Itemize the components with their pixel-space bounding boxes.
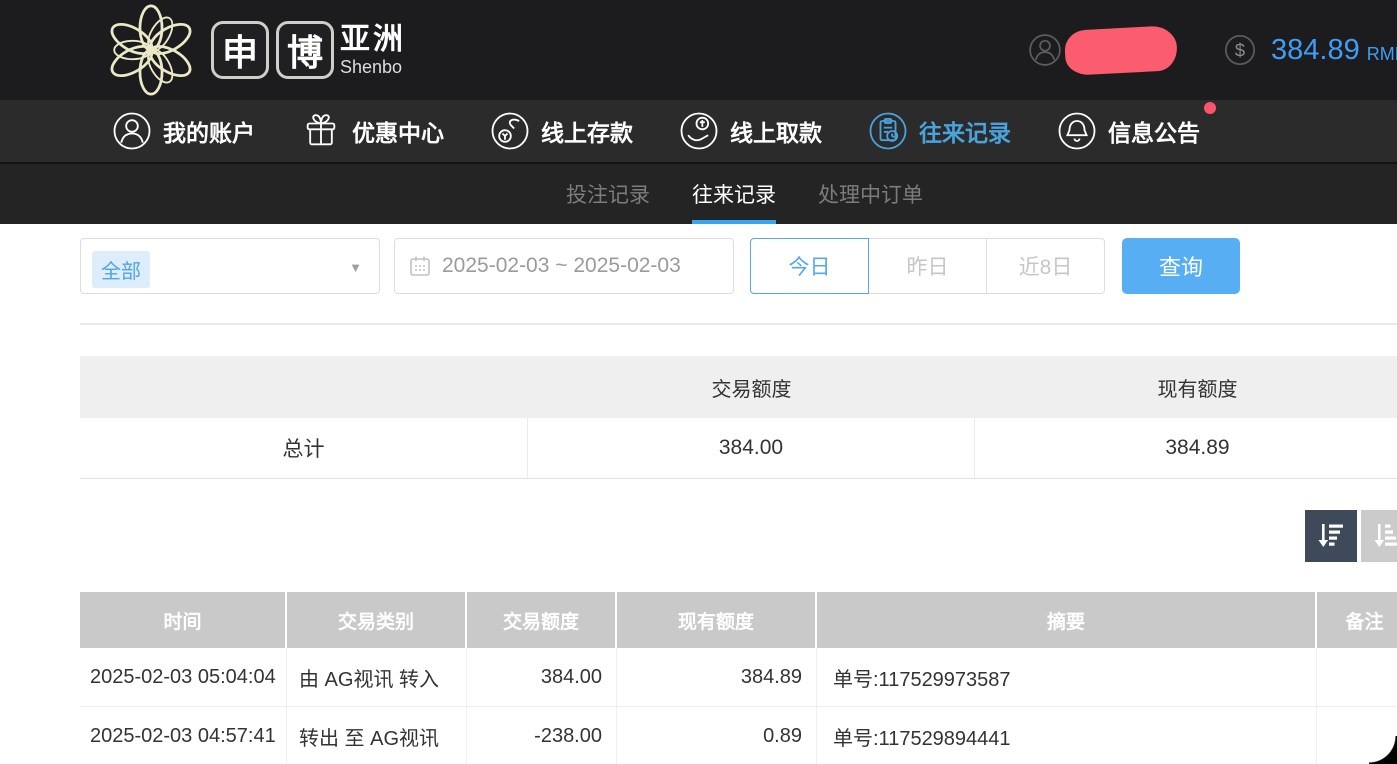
- summary-total-label: 总计: [80, 418, 528, 478]
- tab-betting-records[interactable]: 投注记录: [566, 164, 650, 224]
- summary-table: 交易额度 现有额度 总计 384.00 384.89: [80, 356, 1397, 479]
- selected-type-chip: 全部: [92, 251, 150, 288]
- records-clipboard-clock-icon: [868, 111, 908, 151]
- user-icon: [112, 111, 152, 151]
- sort-amount-desc-icon: [1315, 520, 1347, 552]
- cell-trade-amount: -238.00: [467, 707, 617, 764]
- records-header-row: 时间 交易类别 交易额度 现有额度 摘要 备注: [80, 592, 1397, 648]
- cell-category: 由 AG视讯 转入: [287, 648, 467, 706]
- logo-char-box: 申: [211, 21, 269, 79]
- top-header: 申 博 亚洲 Shenbo $ 384.89 RMB: [0, 0, 1397, 100]
- summary-total-trade-amount: 384.00: [528, 418, 975, 478]
- tab-label: 往来记录: [692, 179, 776, 209]
- sort-amount-asc-icon: [1371, 520, 1397, 552]
- balance-currency: RMB: [1367, 36, 1397, 65]
- bell-icon: [1057, 111, 1097, 151]
- brand-logo[interactable]: 申 博 亚洲 Shenbo: [102, 0, 406, 100]
- col-header-category: 交易类别: [287, 592, 467, 648]
- calendar-icon: [409, 255, 431, 277]
- screenshot-rounded-corner: [1369, 736, 1397, 764]
- col-header-summary: 摘要: [817, 592, 1317, 648]
- range-label: 今日: [789, 251, 831, 281]
- search-button[interactable]: 查询: [1122, 238, 1240, 294]
- cell-time: 2025-02-03 04:57:41: [80, 707, 287, 764]
- range-label: 昨日: [907, 251, 949, 281]
- range-today-button[interactable]: 今日: [750, 238, 869, 294]
- sub-nav: 投注记录 往来记录 处理中订单: [0, 164, 1397, 224]
- cell-balance: 384.89: [617, 648, 817, 706]
- tab-pending-orders[interactable]: 处理中订单: [818, 164, 923, 224]
- col-header-time: 时间: [80, 592, 287, 648]
- nav-label: 线上存款: [541, 114, 633, 148]
- nav-label: 线上取款: [730, 114, 822, 148]
- deposit-hand-coin-icon: [490, 111, 530, 151]
- cell-trade-amount: 384.00: [467, 648, 617, 706]
- cell-summary: 单号:117529973587: [817, 648, 1317, 706]
- tab-label: 投注记录: [566, 179, 650, 209]
- svg-text:$: $: [1235, 39, 1245, 60]
- summary-header-trade-amount: 交易额度: [528, 356, 975, 418]
- withdraw-hand-coin-icon: [679, 111, 719, 151]
- table-row: 2025-02-03 05:04:04 由 AG视讯 转入 384.00 384…: [80, 648, 1397, 707]
- nav-item-withdraw[interactable]: 线上取款: [679, 111, 822, 151]
- nav-label: 信息公告: [1108, 114, 1200, 148]
- sort-descending-button[interactable]: [1305, 510, 1357, 562]
- range-yesterday-button[interactable]: 昨日: [868, 238, 987, 294]
- tab-transaction-records[interactable]: 往来记录: [692, 164, 776, 224]
- quick-range-group: 今日 昨日 近8日: [750, 238, 1105, 294]
- range-last8days-button[interactable]: 近8日: [986, 238, 1105, 294]
- col-header-balance: 现有额度: [617, 592, 817, 648]
- nav-label: 我的账户: [163, 114, 255, 148]
- nav-label: 往来记录: [919, 114, 1011, 148]
- table-row: 2025-02-03 04:57:41 转出 至 AG视讯 -238.00 0.…: [80, 707, 1397, 764]
- account-area: $ 384.89 RMB: [1028, 0, 1397, 100]
- main-nav: 我的账户 优惠中心 线上存款: [0, 100, 1397, 164]
- nav-item-promotions[interactable]: 优惠中心: [301, 111, 444, 151]
- summary-header-balance: 现有额度: [975, 356, 1397, 418]
- nav-item-my-account[interactable]: 我的账户: [112, 111, 255, 151]
- nav-item-deposit[interactable]: 线上存款: [490, 111, 633, 151]
- user-avatar-icon[interactable]: [1028, 33, 1062, 67]
- range-label: 近8日: [1019, 251, 1073, 281]
- nav-label: 优惠中心: [352, 114, 444, 148]
- logo-region-text: 亚洲: [340, 25, 406, 55]
- flower-logo-icon: [102, 4, 200, 96]
- chevron-down-icon: ▼: [349, 260, 362, 275]
- page: 申 博 亚洲 Shenbo $ 384.89 RMB: [0, 0, 1397, 764]
- summary-header-empty: [80, 356, 528, 418]
- nav-item-announcements[interactable]: 信息公告: [1057, 111, 1200, 151]
- nav-item-transaction-records[interactable]: 往来记录: [868, 111, 1011, 151]
- redacted-username: [1064, 25, 1178, 76]
- gift-icon: [301, 111, 341, 151]
- cell-balance: 0.89: [617, 707, 817, 764]
- summary-total-balance: 384.89: [975, 418, 1397, 478]
- col-header-trade-amount: 交易额度: [467, 592, 617, 648]
- cell-category: 转出 至 AG视讯: [287, 707, 467, 764]
- cell-note: [1317, 648, 1397, 706]
- cell-summary: 单号:117529894441: [817, 707, 1317, 764]
- logo-char-box: 博: [276, 21, 334, 79]
- cell-time: 2025-02-03 05:04:04: [80, 648, 287, 706]
- notification-badge-dot: [1204, 102, 1216, 114]
- summary-total-row: 总计 384.00 384.89: [80, 418, 1397, 479]
- date-range-value: 2025-02-03 ~ 2025-02-03: [442, 254, 681, 278]
- balance-amount: 384.89: [1271, 34, 1360, 67]
- dollar-coin-icon: $: [1223, 33, 1257, 67]
- summary-header-row: 交易额度 现有额度: [80, 356, 1397, 418]
- records-table: 时间 交易类别 交易额度 现有额度 摘要 备注 2025-02-03 05:04…: [80, 592, 1397, 764]
- tab-label: 处理中订单: [818, 179, 923, 209]
- type-select-dropdown[interactable]: 全部 ▼: [80, 238, 380, 294]
- date-range-input[interactable]: 2025-02-03 ~ 2025-02-03: [394, 238, 734, 294]
- sort-ascending-button[interactable]: [1361, 510, 1397, 562]
- col-header-note: 备注: [1317, 592, 1397, 648]
- section-divider: [80, 323, 1397, 325]
- logo-latin-text: Shenbo: [340, 58, 406, 76]
